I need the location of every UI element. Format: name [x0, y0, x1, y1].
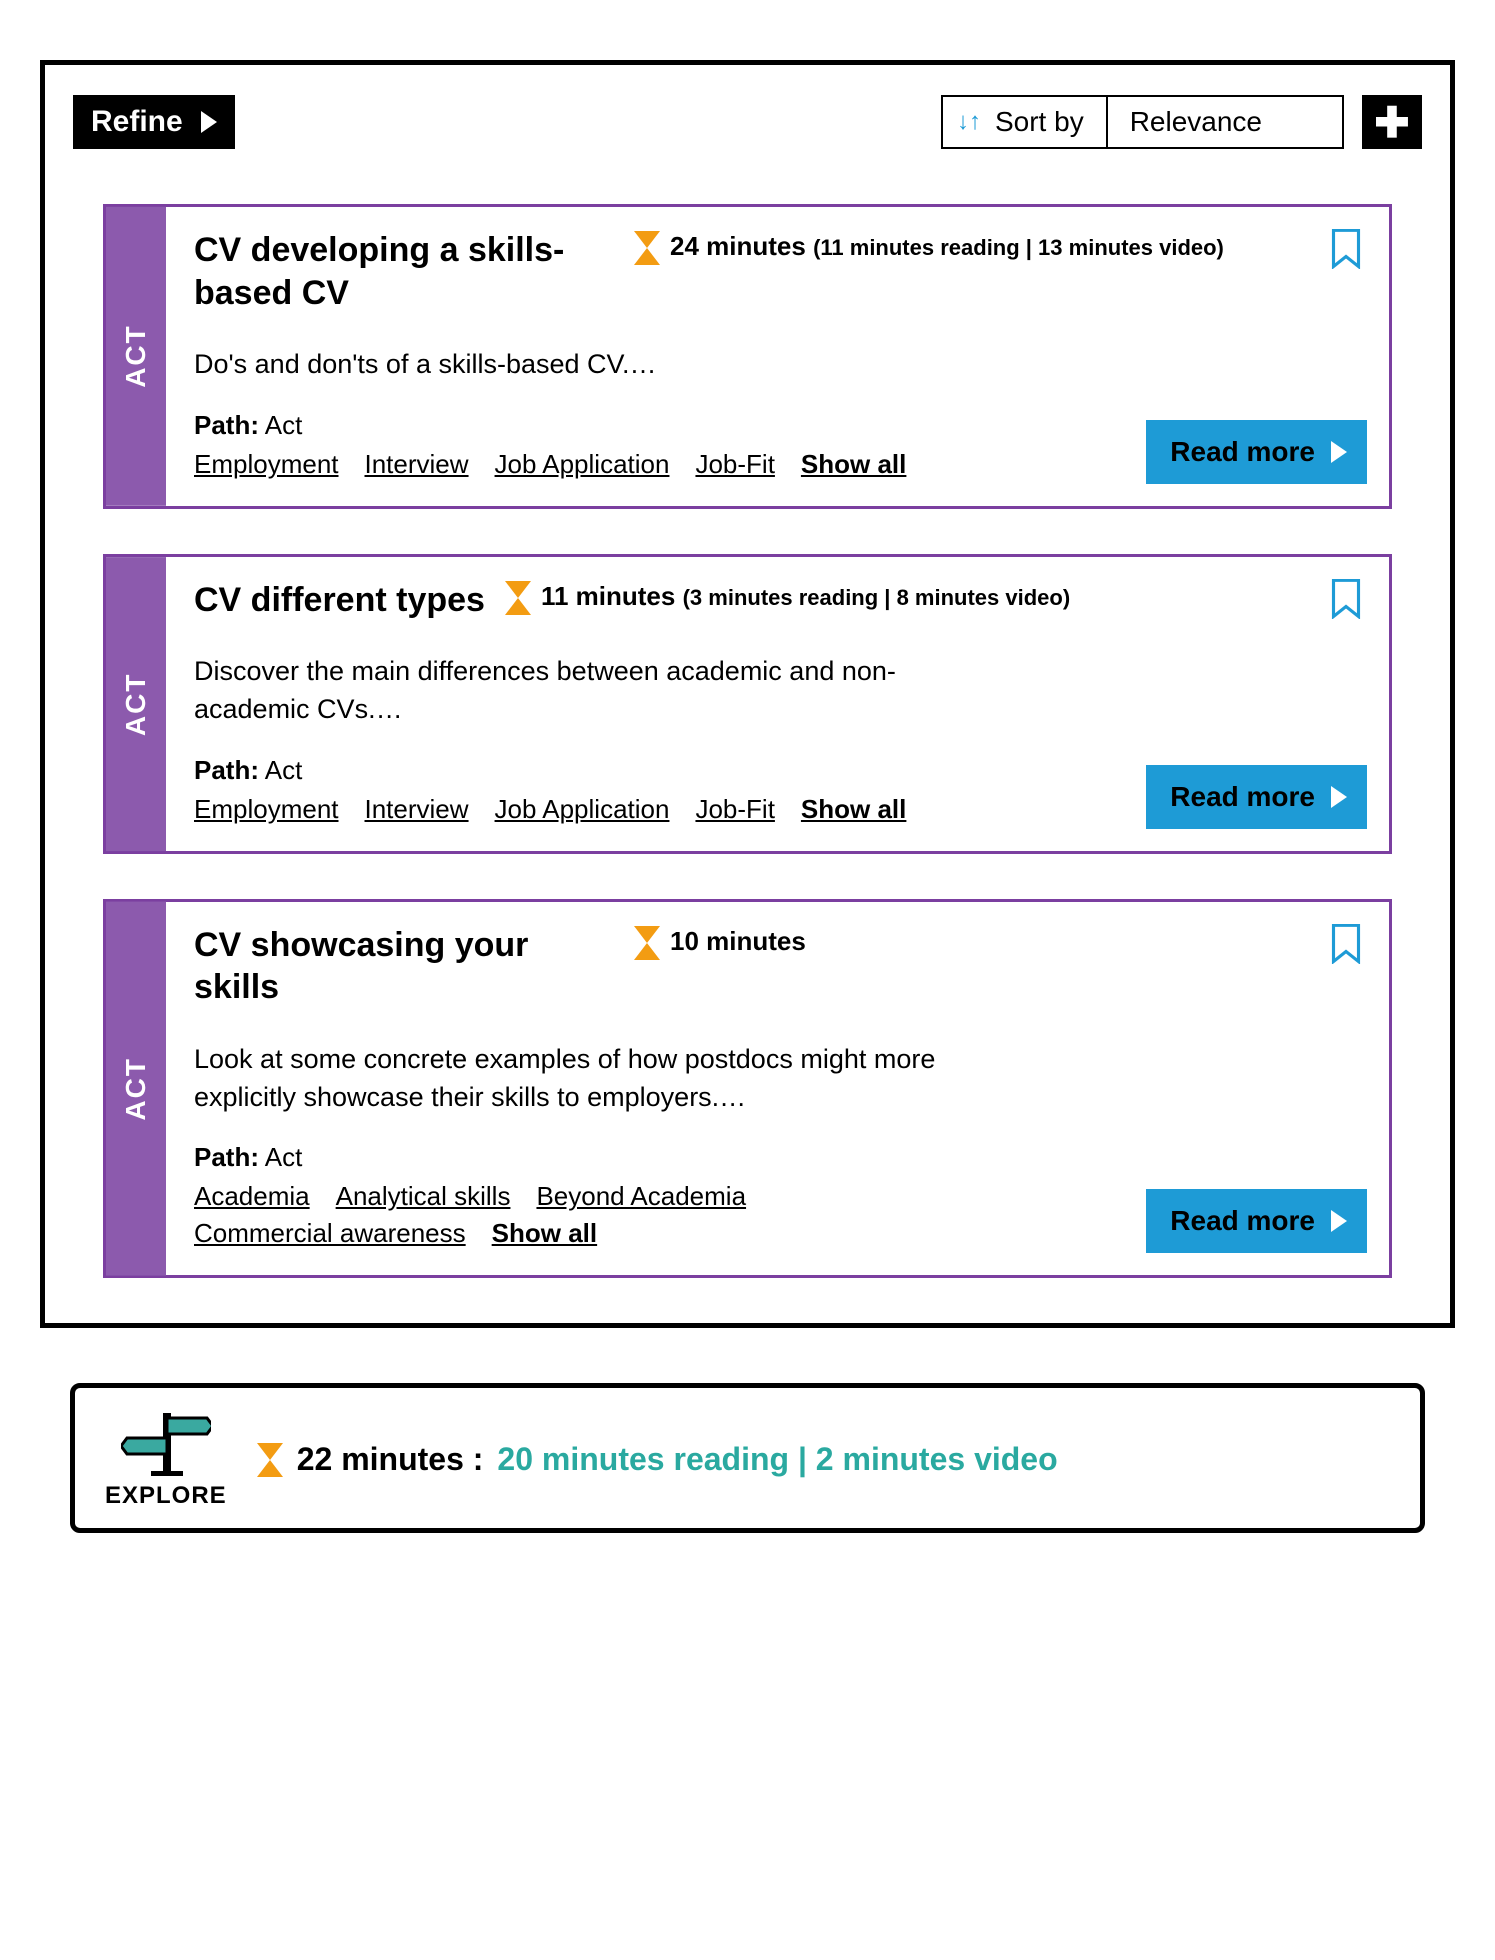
tag-link[interactable]: Job Application: [495, 794, 670, 825]
tag-link[interactable]: Job Application: [495, 449, 670, 480]
tags-row: Employment Interview Job Application Job-Fi…: [194, 449, 954, 480]
show-all-link[interactable]: Show all: [801, 449, 906, 480]
bookmark-icon[interactable]: [1331, 924, 1361, 964]
card-description: Look at some concrete examples of how po…: [194, 1041, 974, 1117]
card-header: CV different types 11 minutes (3 minutes…: [194, 579, 1361, 622]
top-bar: Refine ↓↑ Sort by Relevance ✚: [73, 95, 1422, 149]
duration-main: 11 minutes: [541, 581, 675, 611]
duration-main: 10 minutes: [670, 926, 806, 956]
tag-link[interactable]: Commercial awareness: [194, 1218, 466, 1249]
explore-signpost: EXPLORE: [105, 1408, 227, 1510]
tag-link[interactable]: Interview: [365, 449, 469, 480]
bookmark-icon[interactable]: [1331, 229, 1361, 269]
duration-text: 11 minutes (3 minutes reading | 8 minute…: [541, 579, 1070, 614]
chevron-right-icon: [1331, 441, 1347, 463]
tags-row: Employment Interview Job Application Job-Fi…: [194, 794, 954, 825]
card-path: Path: Act: [194, 1142, 1361, 1173]
path-label: Path:: [194, 755, 259, 785]
card-category-side: ACT: [106, 207, 166, 506]
card-body: CV showcasing your skills 10 minutes Loo…: [166, 902, 1389, 1276]
explore-duration-sub: 20 minutes reading | 2 minutes video: [497, 1441, 1057, 1478]
show-all-link[interactable]: Show all: [492, 1218, 597, 1249]
show-all-link[interactable]: Show all: [801, 794, 906, 825]
tag-link[interactable]: Analytical skills: [336, 1181, 511, 1212]
path-label: Path:: [194, 1142, 259, 1172]
card-title: CV different types: [194, 579, 485, 622]
result-card: ACT CV showcasing your skills 10 minutes…: [103, 899, 1392, 1279]
path-value: Act: [265, 410, 303, 440]
bookmark-icon[interactable]: [1331, 579, 1361, 619]
duration-text: 24 minutes (11 minutes reading | 13 minu…: [670, 229, 1224, 264]
sort-label: Sort by: [995, 106, 1084, 138]
path-value: Act: [265, 1142, 303, 1172]
result-card: ACT CV developing a skills-based CV 24 m…: [103, 204, 1392, 509]
card-category-side: ACT: [106, 902, 166, 1276]
explore-label: EXPLORE: [105, 1482, 227, 1510]
card-category-side: ACT: [106, 557, 166, 851]
tag-link[interactable]: Beyond Academia: [536, 1181, 746, 1212]
tag-link[interactable]: Academia: [194, 1181, 310, 1212]
chevron-right-icon: [201, 111, 217, 133]
read-more-button[interactable]: Read more: [1146, 420, 1367, 484]
card-body: CV developing a skills-based CV 24 minut…: [166, 207, 1389, 506]
read-more-label: Read more: [1170, 1205, 1315, 1237]
explore-bar: EXPLORE 22 minutes : 20 minutes reading …: [70, 1383, 1425, 1533]
sort-control: ↓↑ Sort by Relevance ✚: [941, 95, 1422, 149]
refine-label: Refine: [91, 105, 183, 139]
card-duration: 11 minutes (3 minutes reading | 8 minute…: [505, 579, 1311, 615]
path-label: Path:: [194, 410, 259, 440]
card-body: CV different types 11 minutes (3 minutes…: [166, 557, 1389, 851]
hourglass-icon: [505, 581, 531, 615]
path-value: Act: [265, 755, 303, 785]
card-header: CV developing a skills-based CV 24 minut…: [194, 229, 1361, 314]
tag-link[interactable]: Interview: [365, 794, 469, 825]
hourglass-icon: [257, 1443, 283, 1477]
chevron-right-icon: [1331, 1210, 1347, 1232]
results-panel: Refine ↓↑ Sort by Relevance ✚ ACT CV dev…: [40, 60, 1455, 1328]
sort-value: Relevance: [1130, 106, 1262, 138]
add-sort-button[interactable]: ✚: [1362, 95, 1422, 149]
hourglass-icon: [634, 926, 660, 960]
read-more-button[interactable]: Read more: [1146, 765, 1367, 829]
sort-label-box: ↓↑ Sort by: [941, 95, 1108, 149]
card-description: Discover the main differences between ac…: [194, 653, 974, 729]
sort-value-select[interactable]: Relevance: [1108, 95, 1344, 149]
tag-link[interactable]: Employment: [194, 794, 339, 825]
read-more-button[interactable]: Read more: [1146, 1189, 1367, 1253]
card-title: CV developing a skills-based CV: [194, 229, 614, 314]
card-header: CV showcasing your skills 10 minutes: [194, 924, 1361, 1009]
tags-row: Academia Analytical skills Beyond Academia…: [194, 1181, 954, 1249]
card-title: CV showcasing your skills: [194, 924, 614, 1009]
tag-link[interactable]: Job-Fit: [695, 449, 774, 480]
duration-text: 10 minutes: [670, 924, 806, 959]
explore-duration: 22 minutes : 20 minutes reading | 2 minu…: [257, 1441, 1058, 1478]
refine-button[interactable]: Refine: [73, 95, 235, 149]
duration-sub: (11 minutes reading | 13 minutes video): [813, 235, 1224, 260]
chevron-right-icon: [1331, 786, 1347, 808]
duration-main: 24 minutes: [670, 231, 806, 261]
sort-arrows-icon: ↓↑: [957, 108, 981, 136]
signpost-icon: [121, 1408, 211, 1478]
card-duration: 10 minutes: [634, 924, 1311, 960]
read-more-label: Read more: [1170, 781, 1315, 813]
tag-link[interactable]: Employment: [194, 449, 339, 480]
card-duration: 24 minutes (11 minutes reading | 13 minu…: [634, 229, 1311, 265]
explore-duration-main: 22 minutes :: [297, 1441, 484, 1478]
duration-sub: (3 minutes reading | 8 minutes video): [683, 585, 1071, 610]
hourglass-icon: [634, 231, 660, 265]
result-card: ACT CV different types 11 minutes (3 min…: [103, 554, 1392, 854]
card-description: Do's and don'ts of a skills-based CV.…: [194, 346, 974, 384]
read-more-label: Read more: [1170, 436, 1315, 468]
tag-link[interactable]: Job-Fit: [695, 794, 774, 825]
